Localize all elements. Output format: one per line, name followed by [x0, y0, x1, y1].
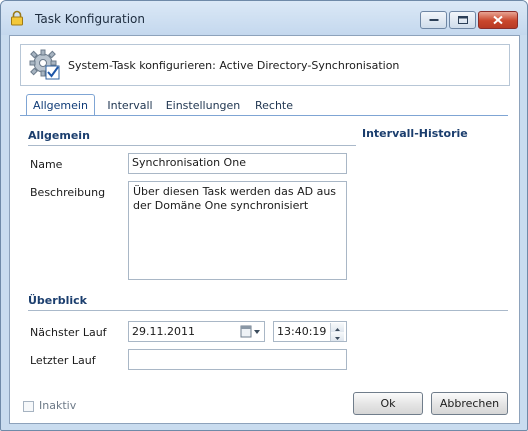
- dialog-footer: Inaktiv Ok Abbrechen: [9, 389, 518, 423]
- last-run-input[interactable]: [128, 349, 347, 370]
- section-title-allgemein: Allgemein: [28, 129, 90, 142]
- minimize-icon: [429, 19, 438, 21]
- info-header: System-Task konfigurieren: Active Direct…: [20, 44, 510, 86]
- spin-up-button[interactable]: [331, 323, 344, 332]
- spin-down-button[interactable]: [331, 332, 344, 341]
- section-divider: [28, 145, 356, 146]
- minimize-button[interactable]: [420, 11, 447, 29]
- close-icon: [493, 15, 503, 25]
- close-button[interactable]: [478, 11, 518, 29]
- tab-allgemein[interactable]: Allgemein: [26, 94, 95, 116]
- section-divider: [28, 310, 508, 311]
- lock-icon: [11, 10, 23, 26]
- next-run-time-field[interactable]: 13:40:19: [273, 321, 347, 342]
- tab-bar: Allgemein Intervall Einstellungen Rechte: [20, 94, 508, 116]
- ok-button[interactable]: Ok: [353, 392, 423, 415]
- header-text: System-Task konfigurieren: Active Direct…: [68, 59, 400, 72]
- cancel-button[interactable]: Abbrechen: [431, 392, 508, 415]
- name-label: Name: [30, 158, 63, 171]
- section-title-ueberblick: Überblick: [28, 294, 87, 307]
- next-run-date-picker[interactable]: 29.11.2011: [128, 321, 265, 342]
- tab-einstellungen[interactable]: Einstellungen: [164, 97, 242, 115]
- dialog-body: System-Task konfigurieren: Active Direct…: [9, 35, 520, 424]
- tab-panel-allgemein: Allgemein Intervall-Historie Name Synchr…: [20, 115, 508, 376]
- tab-intervall[interactable]: Intervall: [104, 97, 156, 115]
- gear-check-icon: [29, 49, 60, 80]
- tab-rechte[interactable]: Rechte: [252, 97, 296, 115]
- inactive-label[interactable]: Inaktiv: [39, 399, 76, 412]
- maximize-icon: [457, 16, 468, 24]
- time-spinner[interactable]: [330, 323, 344, 341]
- title-bar[interactable]: Task Konfiguration: [1, 1, 527, 35]
- dialog-window: Task Konfiguration System-Task konfiguri…: [0, 0, 528, 431]
- next-run-time-value: 13:40:19: [277, 325, 327, 338]
- maximize-button[interactable]: [449, 11, 476, 29]
- section-title-intervall-historie: Intervall-Historie: [362, 127, 468, 140]
- description-label: Beschreibung: [30, 186, 106, 199]
- next-run-label: Nächster Lauf: [30, 326, 107, 339]
- chevron-down-icon: [335, 337, 340, 340]
- name-input[interactable]: Synchronisation One: [128, 153, 347, 174]
- next-run-date-value: 29.11.2011: [132, 325, 195, 338]
- inactive-checkbox[interactable]: [23, 401, 34, 412]
- calendar-dropdown-icon[interactable]: [240, 324, 262, 340]
- window-title: Task Konfiguration: [35, 12, 145, 26]
- last-run-label: Letzter Lauf: [30, 354, 96, 367]
- description-textarea[interactable]: Über diesen Task werden das AD aus der D…: [128, 181, 347, 280]
